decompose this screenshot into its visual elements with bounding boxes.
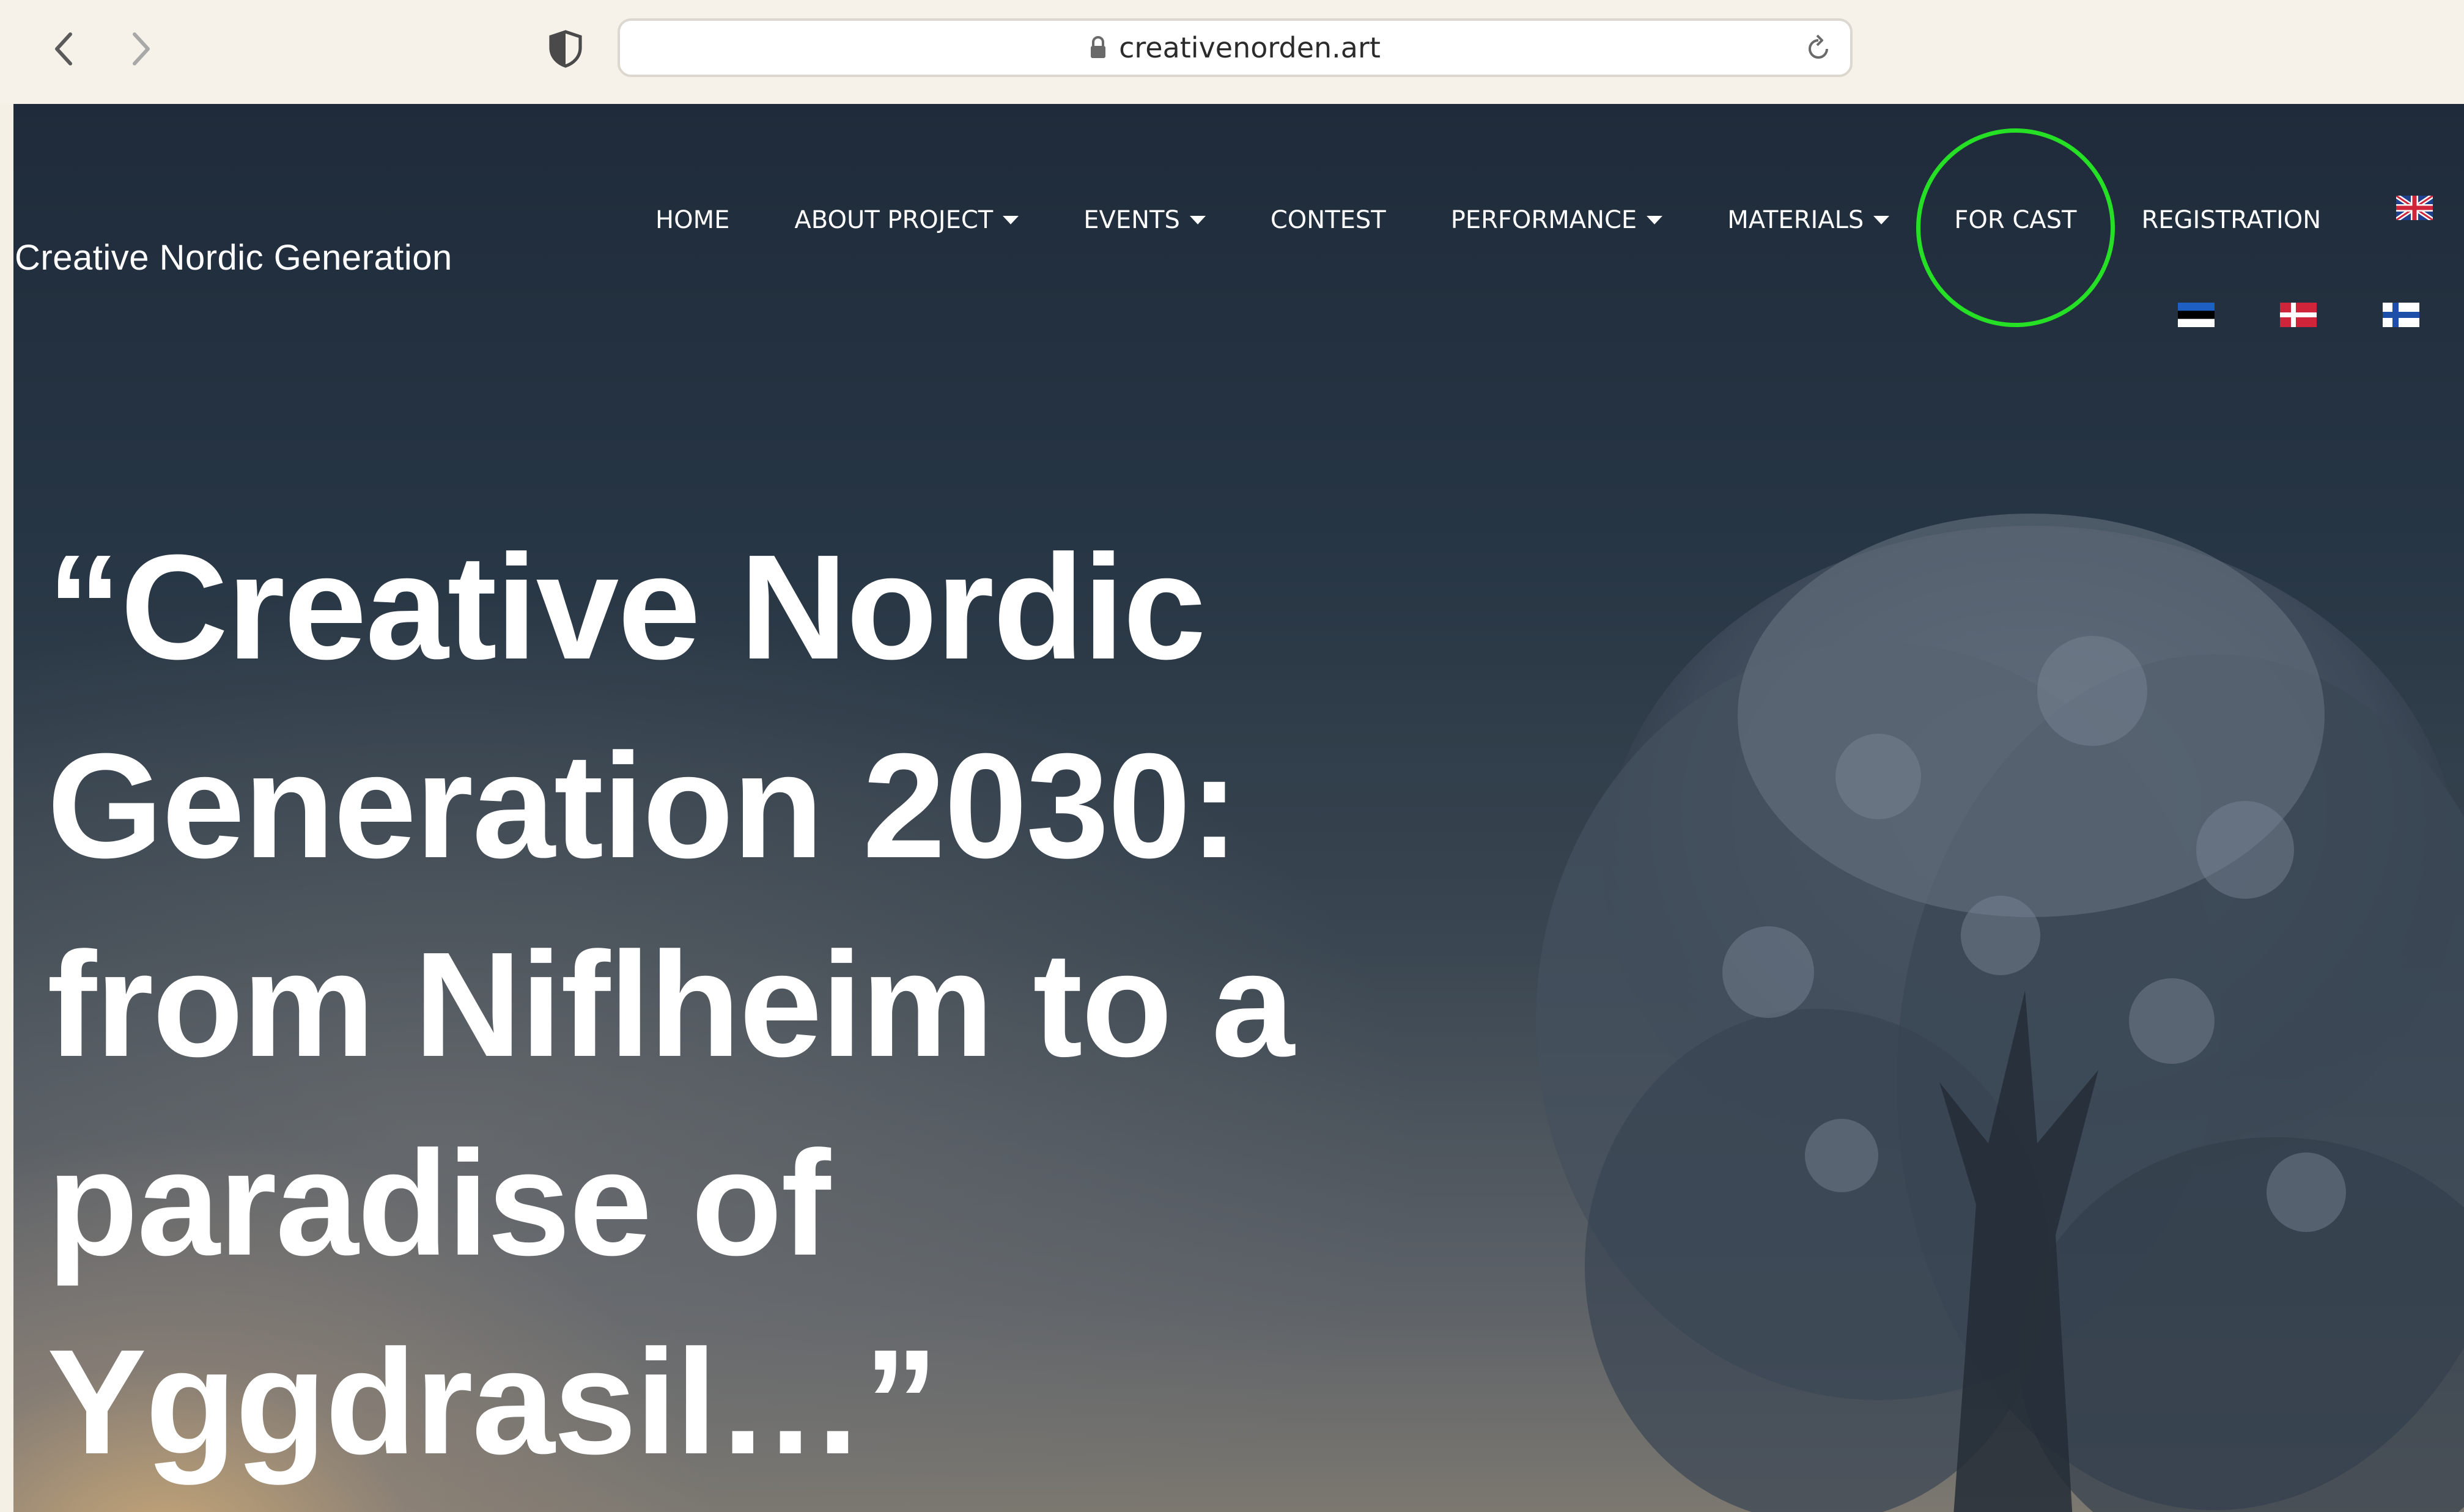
caret-down-icon (1189, 216, 1206, 224)
menu-item-about-project[interactable]: ABOUT PROJECT (794, 206, 1019, 234)
estonia-flag-icon[interactable] (2178, 303, 2215, 327)
menu-item-home[interactable]: HOME (655, 206, 729, 234)
reload-icon[interactable] (1804, 34, 1833, 64)
menu-item-contest[interactable]: CONTEST (1271, 206, 1386, 234)
url-text: creativenorden.art (1119, 31, 1381, 64)
menu-item-label: REGISTRATION (2141, 206, 2322, 234)
menu-item-label: PERFORMANCE (1450, 206, 1637, 234)
menu-item-performance[interactable]: PERFORMANCE (1450, 206, 1663, 234)
caret-down-icon (1003, 216, 1019, 224)
site-title[interactable]: Creative Nordic Generation (15, 237, 452, 278)
finland-flag-icon[interactable] (2383, 303, 2419, 327)
address-bar[interactable]: creativenorden.art (618, 18, 1853, 77)
web-page: Creative Nordic Generation HOME ABOUT PR… (13, 104, 2464, 1512)
menu-item-label: CONTEST (1270, 206, 1386, 234)
highlight-circle-annotation (1916, 128, 2115, 327)
hero-line: Yggdrasil…” (47, 1318, 939, 1485)
menu-item-label: MATERIALS (1727, 206, 1864, 234)
menu-item-events[interactable]: EVENTS (1083, 206, 1206, 234)
hero-line: Generation 2030: (47, 722, 1239, 889)
forward-button[interactable] (119, 24, 162, 73)
shield-icon[interactable] (547, 29, 584, 68)
menu-item-label: ABOUT PROJECT (794, 206, 994, 234)
hero-line: from Niflheim to a (47, 921, 1294, 1088)
hero-line: paradise of (47, 1119, 831, 1286)
snowy-tree-image (1536, 514, 2464, 1512)
menu-item-label: EVENTS (1083, 206, 1180, 234)
denmark-flag-icon[interactable] (2280, 303, 2317, 327)
hero-heading: “Creative Nordic Generation 2030: from N… (47, 507, 1362, 1501)
chevron-right-icon (133, 32, 150, 65)
uk-flag-icon[interactable] (2396, 196, 2433, 220)
chevron-left-icon (55, 32, 72, 65)
caret-down-icon (1647, 216, 1663, 224)
lock-icon (1091, 36, 1106, 58)
browser-toolbar: creativenorden.art (0, 0, 2464, 104)
hero-line: “Creative Nordic (47, 523, 1206, 690)
menu-item-registration[interactable]: REGISTRATION (2141, 206, 2321, 234)
menu-item-materials[interactable]: MATERIALS (1727, 206, 1890, 234)
caret-down-icon (1873, 216, 1890, 224)
back-button[interactable] (43, 24, 86, 73)
menu-item-label: HOME (655, 206, 730, 234)
